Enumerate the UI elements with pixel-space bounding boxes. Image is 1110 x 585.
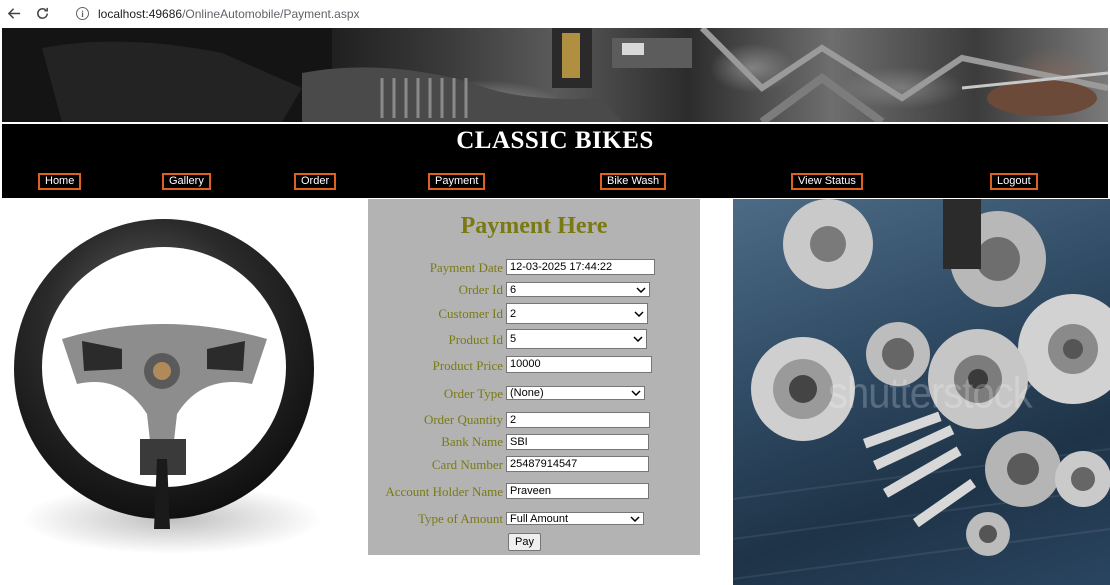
product-id-select[interactable]: 5 xyxy=(506,329,647,349)
product-price-input[interactable]: 10000 xyxy=(506,356,652,373)
product-id-label: Product Id xyxy=(448,332,503,347)
banner-image xyxy=(2,28,1108,122)
customer-id-select[interactable]: 2 xyxy=(506,303,648,324)
steering-wheel-image xyxy=(2,199,332,585)
nav-view-status[interactable]: View Status xyxy=(791,173,863,190)
order-type-select[interactable]: (None) xyxy=(506,386,645,400)
order-quantity-label: Order Quantity xyxy=(423,412,503,427)
nav-bike-wash[interactable]: Bike Wash xyxy=(600,173,667,190)
auto-parts-image: shutterstock xyxy=(733,199,1110,585)
chevron-down-icon xyxy=(633,336,643,342)
order-id-select[interactable]: 6 xyxy=(506,282,650,297)
type-of-amount-select[interactable]: Full Amount xyxy=(506,512,644,525)
form-title: Payment Here xyxy=(460,213,608,239)
card-number-input[interactable]: 25487914547 xyxy=(506,456,649,472)
chevron-down-icon xyxy=(634,310,644,317)
address-bar[interactable]: i localhost:49686/OnlineAutomobile/Payme… xyxy=(70,2,1100,25)
reload-button[interactable] xyxy=(28,0,56,27)
url-path: /OnlineAutomobile/Payment.aspx xyxy=(182,6,360,21)
product-id-value: 5 xyxy=(510,333,517,345)
type-of-amount-value: Full Amount xyxy=(510,512,569,525)
watermark-text: shutterstock xyxy=(828,368,1033,418)
payment-date-input[interactable]: 12-03-2025 17:44:22 xyxy=(506,259,655,275)
info-icon[interactable]: i xyxy=(76,7,89,20)
order-type-label: Order Type xyxy=(443,386,503,401)
nav-home[interactable]: Home xyxy=(38,173,82,190)
site-title: CLASSIC BIKES xyxy=(456,127,654,154)
nav-gallery[interactable]: Gallery xyxy=(162,173,211,190)
steering-wheel-graphic xyxy=(14,219,322,554)
chevron-down-icon xyxy=(636,286,646,293)
order-quantity-input[interactable]: 2 xyxy=(506,412,650,428)
chevron-down-icon xyxy=(631,390,641,396)
back-arrow-icon xyxy=(7,8,20,19)
pay-button[interactable]: Pay xyxy=(508,533,541,551)
customer-id-label: Customer Id xyxy=(438,306,503,321)
nav-order[interactable]: Order xyxy=(294,173,337,190)
type-of-amount-label: Type of Amount xyxy=(417,511,503,526)
order-id-label: Order Id xyxy=(458,282,503,297)
url-host: localhost:49686 xyxy=(98,6,183,21)
product-price-label: Product Price xyxy=(432,358,503,373)
order-type-value: (None) xyxy=(510,387,544,399)
browser-toolbar: i localhost:49686/OnlineAutomobile/Payme… xyxy=(0,0,1110,27)
bank-name-label: Bank Name xyxy=(441,434,503,449)
card-number-label: Card Number xyxy=(431,457,503,472)
payment-form: Payment Here Payment Date 12-03-2025 17:… xyxy=(368,199,700,555)
chevron-down-icon xyxy=(630,515,640,522)
account-holder-input[interactable]: Praveen xyxy=(506,483,649,499)
nav-logout[interactable]: Logout xyxy=(990,173,1038,190)
payment-date-label: Payment Date xyxy=(429,260,503,275)
nav-payment[interactable]: Payment xyxy=(428,173,486,190)
customer-id-value: 2 xyxy=(510,307,517,320)
back-button[interactable] xyxy=(0,0,28,27)
site-header: CLASSIC BIKES Home Gallery Order Payment… xyxy=(2,124,1108,198)
account-holder-label: Account Holder Name xyxy=(385,484,503,499)
reload-icon xyxy=(36,7,48,19)
motorcycle-engine-graphic xyxy=(2,28,1108,122)
order-id-value: 6 xyxy=(510,283,517,296)
bank-name-input[interactable]: SBI xyxy=(506,434,649,450)
